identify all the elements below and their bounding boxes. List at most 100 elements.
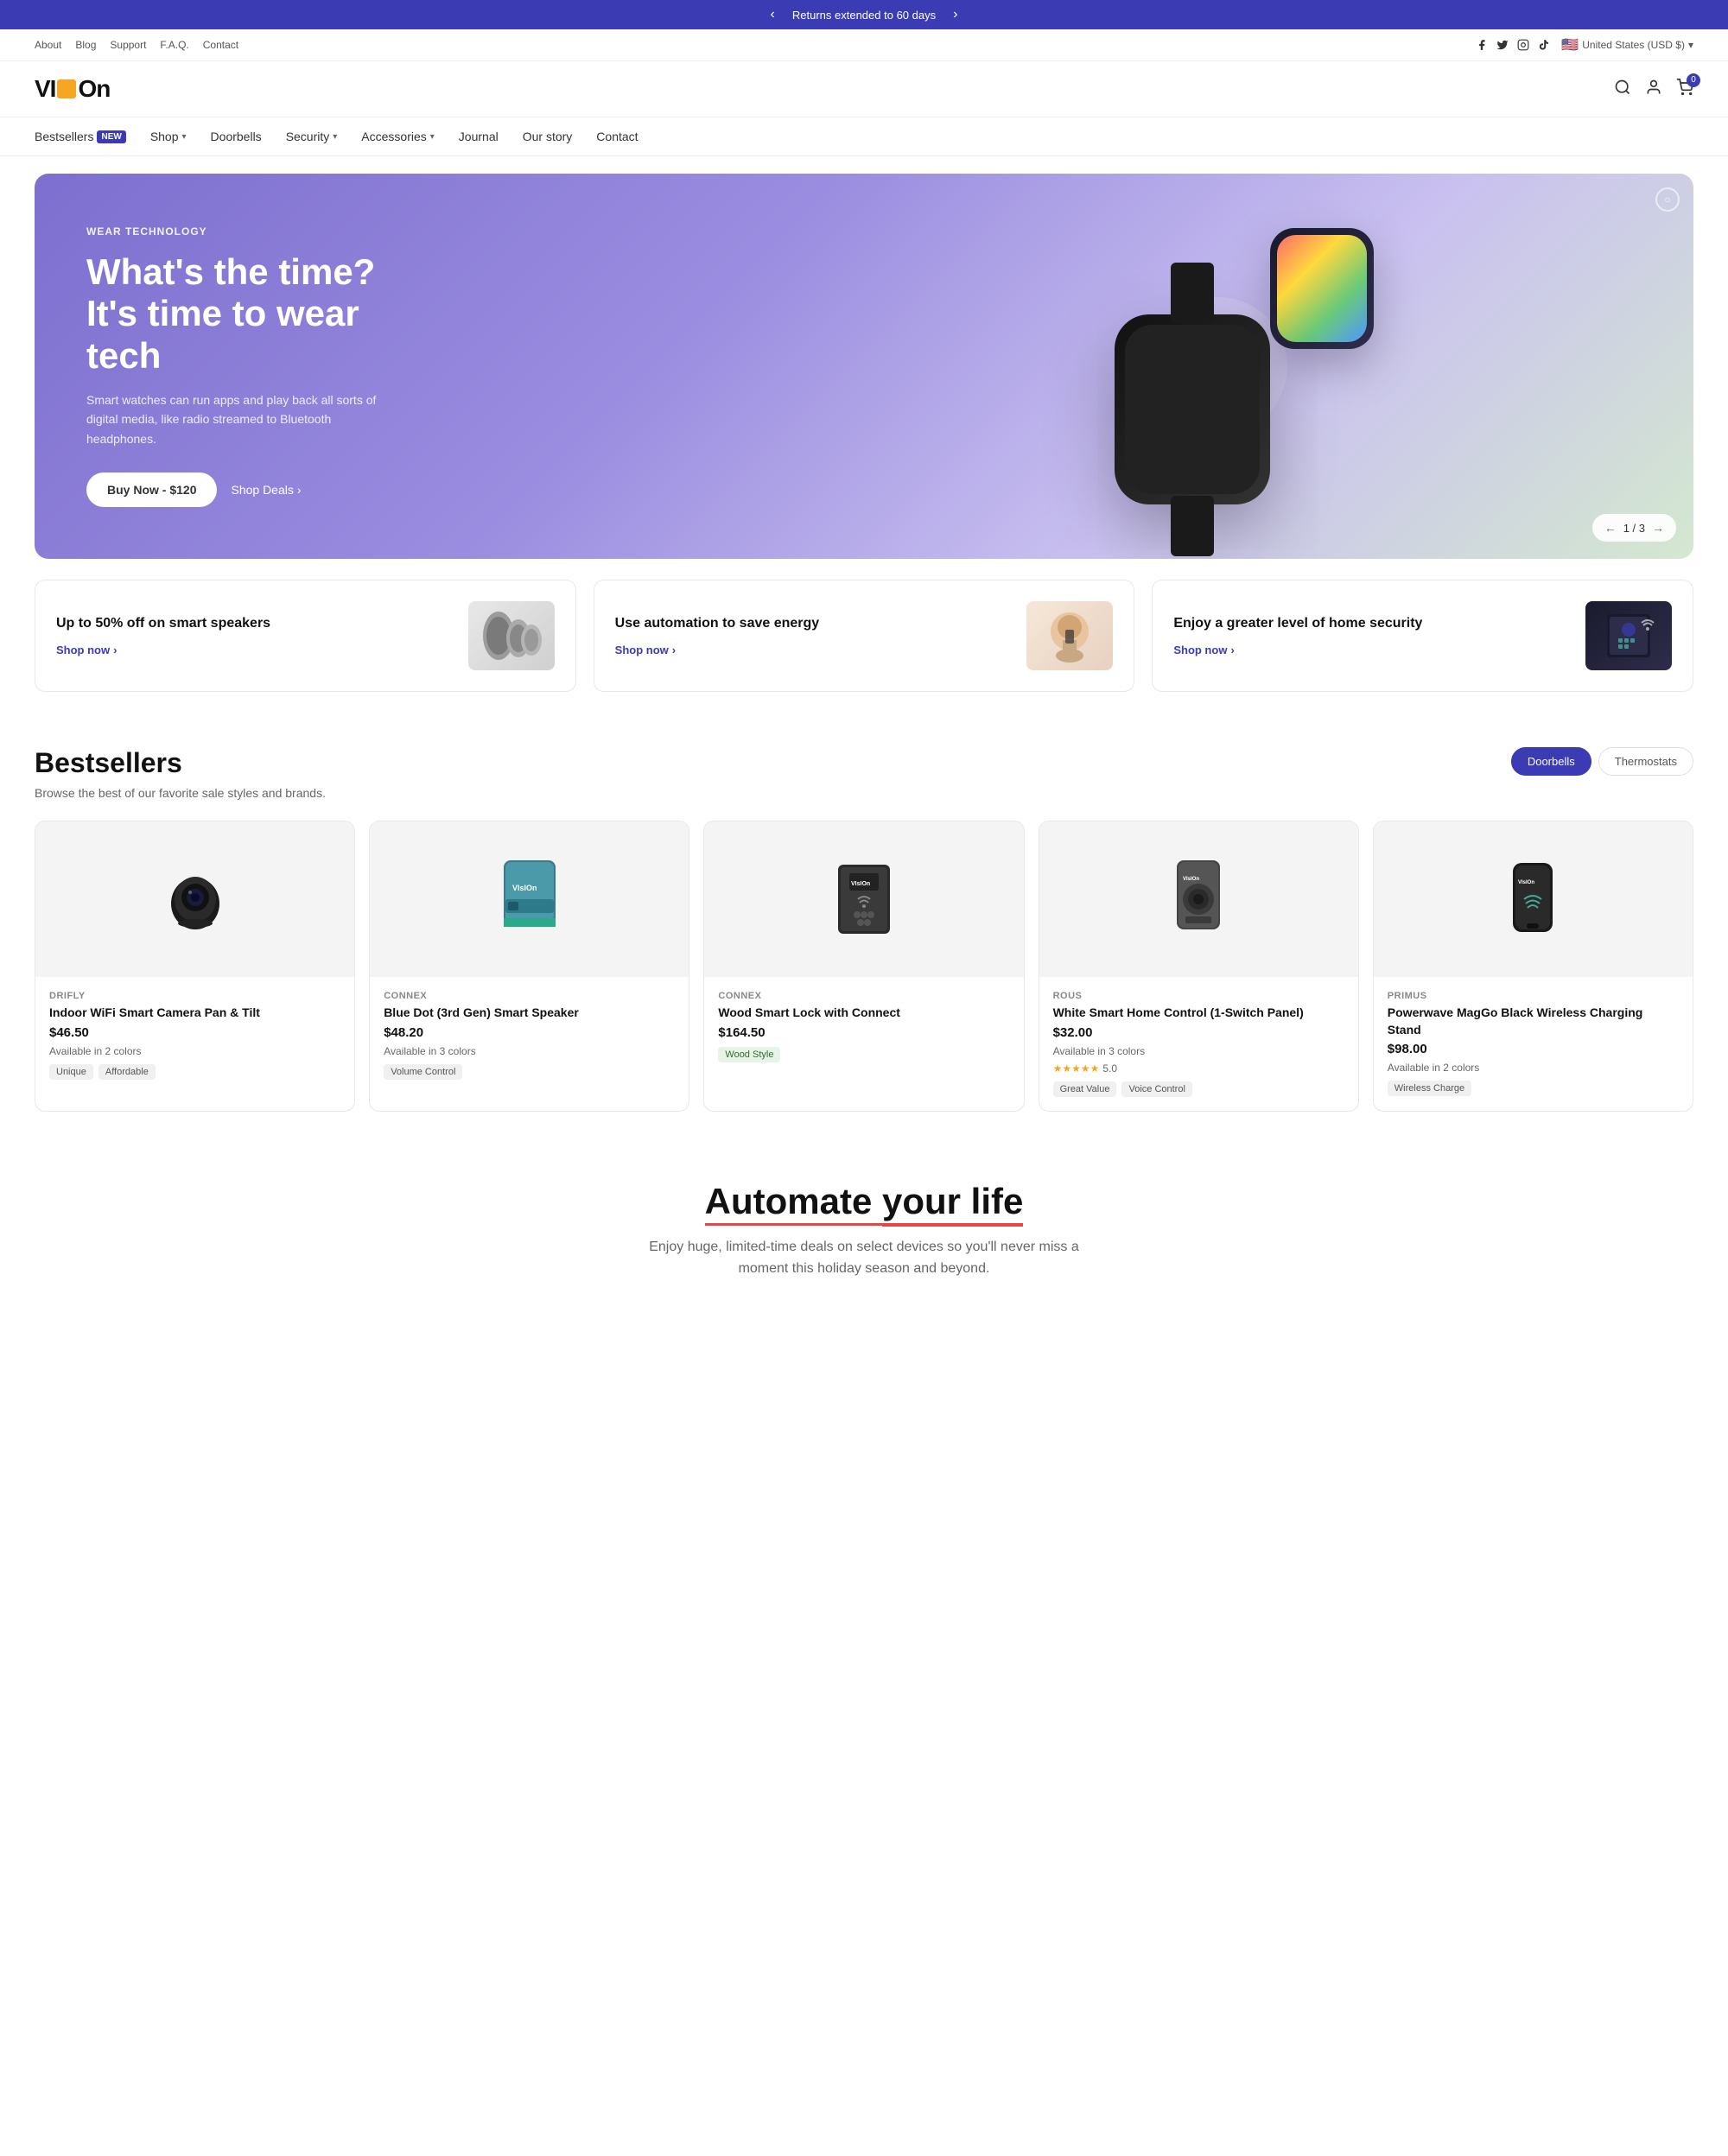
product-card-camera[interactable]: DRIFLY Indoor WiFi Smart Camera Pan & Ti… xyxy=(35,821,355,1112)
promo-security-arrow-icon: › xyxy=(1230,644,1234,656)
product-brand-speaker: CONNEX xyxy=(384,991,675,1001)
product-colors-panel: Available in 3 colors xyxy=(1053,1045,1344,1057)
promo-card-automation-title: Use automation to save energy xyxy=(615,615,1013,633)
currency-selector[interactable]: 🇺🇸 United States (USD $) ▾ xyxy=(1561,36,1693,54)
promo-card-automation-text: Use automation to save energy Shop now › xyxy=(615,615,1013,656)
buy-now-button[interactable]: Buy Now - $120 xyxy=(86,472,217,507)
nav-accessories[interactable]: Accessories ▾ xyxy=(361,117,435,155)
nav-security[interactable]: Security ▾ xyxy=(286,117,338,155)
hero-buttons: Buy Now - $120 Shop Deals › xyxy=(86,472,397,507)
hero-slider: WEAR TECHNOLOGY What's the time? It's ti… xyxy=(35,174,1693,559)
top-banner: ‹ Returns extended to 60 days › xyxy=(0,0,1728,29)
product-info-charger: PRIMUS Powerwave MagGo Black Wireless Ch… xyxy=(1374,977,1693,1110)
product-card-charger[interactable]: VIsIOn PRIMUS Powerwave MagGo Black Wire… xyxy=(1373,821,1693,1112)
accessories-chevron-icon: ▾ xyxy=(430,132,435,142)
rating-count: 5.0 xyxy=(1102,1062,1117,1075)
product-name-camera: Indoor WiFi Smart Camera Pan & Tilt xyxy=(49,1005,340,1022)
automate-title-highlight: your life xyxy=(882,1181,1023,1227)
blog-link[interactable]: Blog xyxy=(75,39,96,51)
watch-band-bottom xyxy=(1171,496,1214,556)
product-card-speaker[interactable]: VIsIOn CONNEX Blue Dot (3rd Gen) Smart S… xyxy=(369,821,689,1112)
shop-deals-label: Shop Deals xyxy=(231,483,293,497)
bestsellers-title: Bestsellers xyxy=(35,747,326,779)
product-price-camera: $46.50 xyxy=(49,1025,340,1040)
star-rating-panel: ★★★★★ 5.0 xyxy=(1053,1062,1344,1075)
cart-icon[interactable]: 0 xyxy=(1676,79,1693,100)
bestsellers-subtitle: Browse the best of our favorite sale sty… xyxy=(35,786,326,800)
shop-deals-arrow-icon: › xyxy=(297,483,302,497)
slider-prev-button[interactable]: ← xyxy=(1604,521,1617,535)
product-colors-speaker: Available in 3 colors xyxy=(384,1045,675,1057)
promo-card-automation-image xyxy=(1026,601,1113,670)
product-price-lock: $164.50 xyxy=(718,1025,1009,1040)
new-badge: NEW xyxy=(97,130,125,143)
search-icon[interactable] xyxy=(1614,79,1631,100)
product-name-panel: White Smart Home Control (1-Switch Panel… xyxy=(1053,1005,1344,1022)
logo[interactable]: VI On xyxy=(35,75,110,103)
product-card-panel[interactable]: VIsIOn ROUS White Smart Home Control (1-… xyxy=(1039,821,1359,1112)
hero-visual xyxy=(829,174,1659,559)
flag-icon: 🇺🇸 xyxy=(1561,36,1579,54)
faq-link[interactable]: F.A.Q. xyxy=(160,39,188,51)
product-style-tag-wood: Wood Style xyxy=(718,1047,780,1062)
watch-screen-large xyxy=(1125,325,1260,494)
promo-card-security: Enjoy a greater level of home security S… xyxy=(1152,580,1693,692)
svg-text:VIsIOn: VIsIOn xyxy=(851,881,870,887)
nav-bestsellers[interactable]: Bestsellers NEW xyxy=(35,117,126,155)
product-info-speaker: CONNEX Blue Dot (3rd Gen) Smart Speaker … xyxy=(370,977,689,1094)
contact-secondary-link[interactable]: Contact xyxy=(203,39,238,51)
product-tags-camera: Unique Affordable xyxy=(49,1064,340,1080)
product-tags-charger: Wireless Charge xyxy=(1388,1081,1679,1096)
tiktok-icon[interactable] xyxy=(1537,38,1551,52)
promo-card-automation-link[interactable]: Shop now › xyxy=(615,644,1013,656)
nav-contact[interactable]: Contact xyxy=(596,117,638,155)
product-card-lock[interactable]: VIsIOn CONNEX Wood Smart Lock with Conne… xyxy=(703,821,1024,1112)
logo-text-v: VI xyxy=(35,75,55,103)
nav-shop-label: Shop xyxy=(150,130,179,143)
automate-subtitle: Enjoy huge, limited-time deals on select… xyxy=(648,1236,1080,1280)
nav-doorbells-label: Doorbells xyxy=(211,130,262,143)
promo-card-speakers-image xyxy=(468,601,555,670)
logo-text-on: On xyxy=(78,75,110,103)
instagram-icon[interactable] xyxy=(1516,38,1530,52)
product-brand-charger: PRIMUS xyxy=(1388,991,1679,1001)
nav-doorbells[interactable]: Doorbells xyxy=(211,117,262,155)
section-header: Bestsellers Browse the best of our favor… xyxy=(35,747,1693,800)
facebook-icon[interactable] xyxy=(1475,38,1489,52)
hero-tag: WEAR TECHNOLOGY xyxy=(86,225,397,238)
product-image-charger: VIsIOn xyxy=(1374,821,1693,977)
promo-card-speakers-link[interactable]: Shop now › xyxy=(56,644,454,656)
banner-next-button[interactable]: › xyxy=(953,7,957,22)
currency-label: United States (USD $) xyxy=(1582,39,1685,51)
nav-accessories-label: Accessories xyxy=(361,130,426,143)
promo-card-security-link[interactable]: Shop now › xyxy=(1173,644,1572,656)
svg-text:VIsIOn: VIsIOn xyxy=(512,884,537,892)
product-image-panel: VIsIOn xyxy=(1039,821,1358,977)
account-icon[interactable] xyxy=(1645,79,1662,100)
filter-tabs: Doorbells Thermostats xyxy=(1511,747,1693,776)
nav-our-story[interactable]: Our story xyxy=(523,117,573,155)
product-tag-affordable: Affordable xyxy=(98,1064,156,1080)
twitter-icon[interactable] xyxy=(1496,38,1509,52)
main-header: VI On 0 xyxy=(0,61,1728,117)
filter-doorbells-tab[interactable]: Doorbells xyxy=(1511,747,1591,776)
product-brand-panel: ROUS xyxy=(1053,991,1344,1001)
nav-journal[interactable]: Journal xyxy=(459,117,499,155)
promo-card-speakers-title: Up to 50% off on smart speakers xyxy=(56,615,454,633)
support-link[interactable]: Support xyxy=(110,39,146,51)
promo-card-speakers: Up to 50% off on smart speakers Shop now… xyxy=(35,580,576,692)
nav-shop[interactable]: Shop ▾ xyxy=(150,117,187,155)
automate-title: Automate your life xyxy=(35,1181,1693,1222)
product-brand-camera: DRIFLY xyxy=(49,991,340,1001)
slider-next-button[interactable]: → xyxy=(1652,521,1664,535)
nav-our-story-label: Our story xyxy=(523,130,573,143)
watch-screen-small xyxy=(1277,235,1367,342)
product-name-lock: Wood Smart Lock with Connect xyxy=(718,1005,1009,1022)
shop-deals-link[interactable]: Shop Deals › xyxy=(231,483,301,497)
currency-chevron-icon: ▾ xyxy=(1688,39,1693,51)
about-link[interactable]: About xyxy=(35,39,61,51)
banner-prev-button[interactable]: ‹ xyxy=(771,7,775,22)
product-colors-charger: Available in 2 colors xyxy=(1388,1062,1679,1074)
product-info-panel: ROUS White Smart Home Control (1-Switch … xyxy=(1039,977,1358,1111)
filter-thermostats-tab[interactable]: Thermostats xyxy=(1598,747,1693,776)
